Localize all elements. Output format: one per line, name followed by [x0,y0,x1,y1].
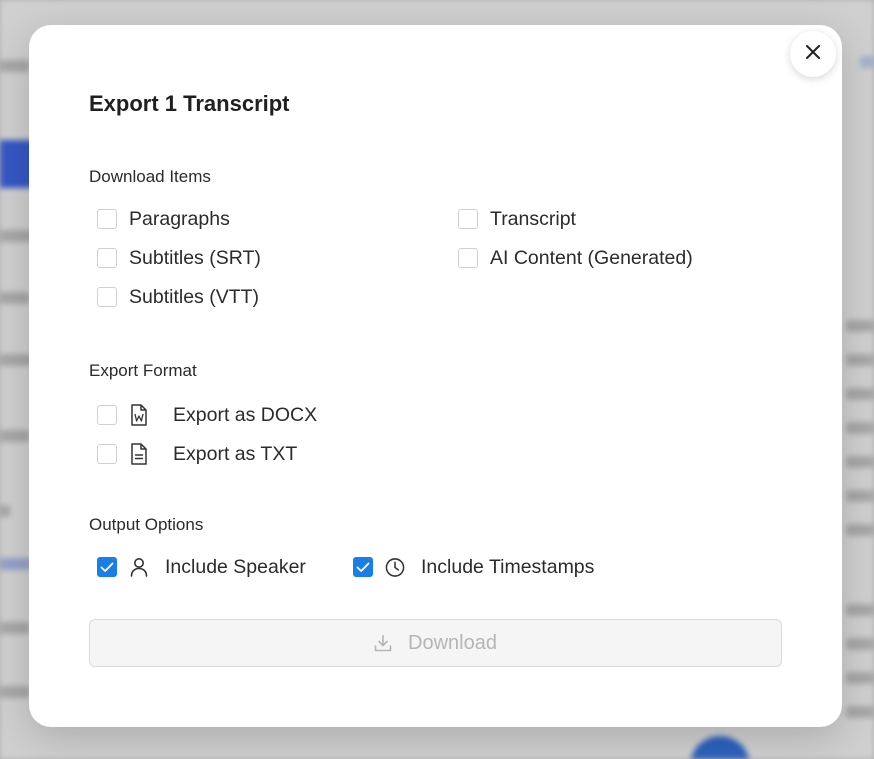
option-label: Subtitles (VTT) [129,285,260,308]
include-speaker-checkbox[interactable] [97,557,117,577]
output-options-label: Output Options [89,515,204,534]
option-label: Subtitles (SRT) [129,246,261,269]
option-transcript[interactable]: Transcript [458,207,576,231]
option-include-speaker[interactable]: Include Speaker [97,555,306,579]
option-export-docx[interactable]: Export as DOCX [97,403,317,427]
download-button[interactable]: Download [89,619,782,667]
download-icon [374,634,392,652]
export-docx-checkbox[interactable] [97,405,117,425]
option-include-timestamps[interactable]: Include Timestamps [353,555,594,579]
option-label: AI Content (Generated) [490,246,693,269]
person-icon [129,556,149,578]
option-paragraphs[interactable]: Paragraphs [97,207,230,231]
option-label: Include Timestamps [421,555,595,578]
close-button[interactable] [790,31,836,77]
option-subtitles-vtt[interactable]: Subtitles (VTT) [97,285,259,309]
download-items-label: Download Items [89,167,211,186]
option-subtitles-srt[interactable]: Subtitles (SRT) [97,246,261,270]
check-icon [356,562,370,572]
transcript-checkbox[interactable] [458,209,478,229]
txt-file-icon [129,443,149,465]
export-txt-checkbox[interactable] [97,444,117,464]
option-ai-content[interactable]: AI Content (Generated) [458,246,693,270]
option-label: Transcript [490,207,576,230]
include-timestamps-checkbox[interactable] [353,557,373,577]
download-button-label: Download [408,631,497,654]
check-icon [100,562,114,572]
close-icon [806,44,820,64]
subtitles-srt-checkbox[interactable] [97,248,117,268]
clock-icon [385,556,405,578]
option-label: Export as DOCX [173,403,318,426]
dialog-title: Export 1 Transcript [89,91,290,116]
docx-file-icon [129,404,149,426]
option-label: Include Speaker [165,555,306,578]
export-dialog: Export 1 Transcript Download Items Parag… [29,25,842,727]
option-label: Paragraphs [129,207,230,230]
subtitles-vtt-checkbox[interactable] [97,287,117,307]
option-export-txt[interactable]: Export as TXT [97,442,297,466]
export-format-label: Export Format [89,361,197,380]
paragraphs-checkbox[interactable] [97,209,117,229]
ai-content-checkbox[interactable] [458,248,478,268]
option-label: Export as TXT [173,442,298,465]
